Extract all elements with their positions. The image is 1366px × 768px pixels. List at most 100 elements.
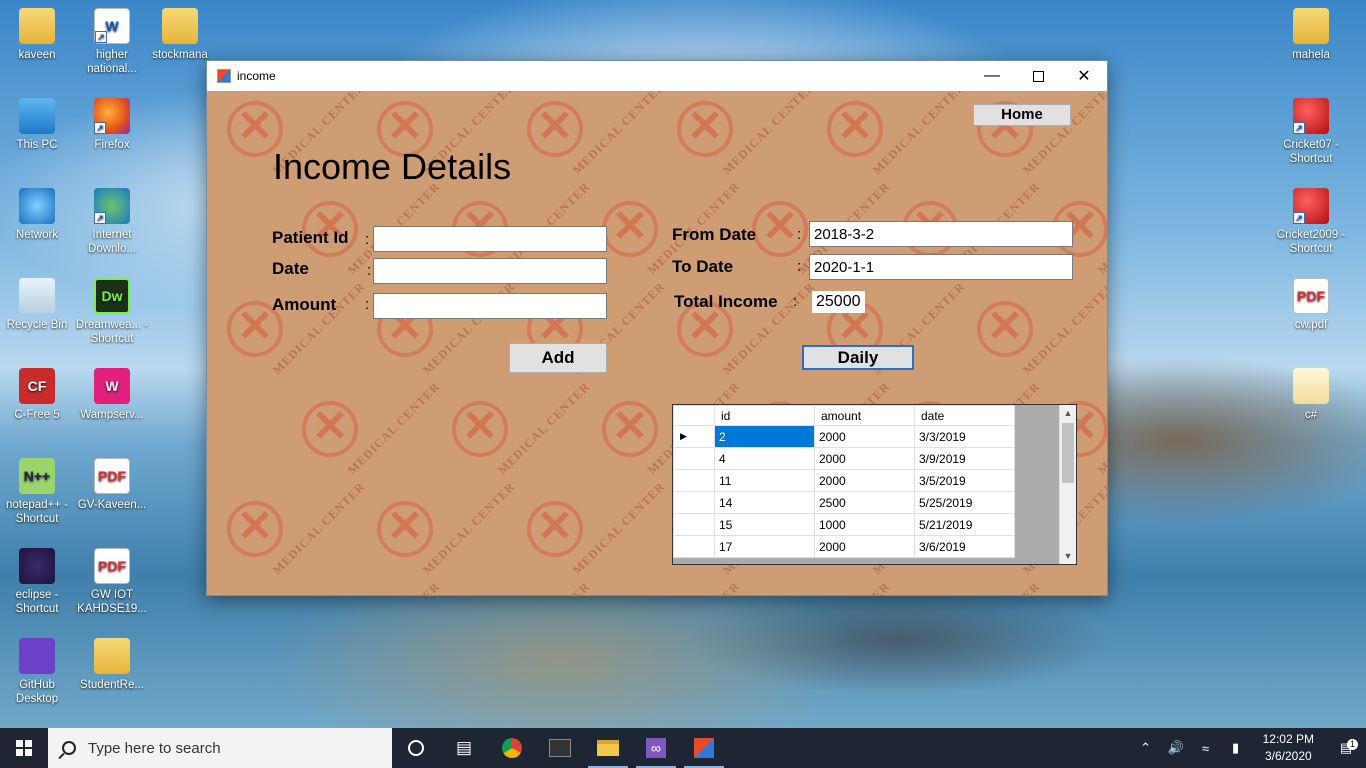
media-app-icon[interactable] bbox=[536, 728, 584, 768]
row-header[interactable] bbox=[673, 535, 715, 558]
cell-id[interactable]: 17 bbox=[714, 535, 815, 558]
watermark-text: MEDICAL CENTER bbox=[495, 579, 594, 595]
cell-date[interactable]: 3/3/2019 bbox=[914, 425, 1015, 448]
pdf-icon: PDF bbox=[94, 458, 130, 494]
table-row[interactable]: 14 2500 5/25/2019 bbox=[673, 491, 1015, 514]
dreamweaver-icon: Dw bbox=[94, 278, 130, 314]
cell-amount[interactable]: 2500 bbox=[814, 491, 915, 514]
cell-amount[interactable]: 2000 bbox=[814, 447, 915, 470]
chevron-up-icon[interactable]: ⌃ bbox=[1131, 740, 1161, 756]
table-row[interactable]: 11 2000 3/5/2019 bbox=[673, 469, 1015, 492]
desktop-icon-firefox[interactable]: ↗ Firefox bbox=[75, 98, 149, 152]
row-header[interactable] bbox=[673, 513, 715, 536]
maximize-button[interactable] bbox=[1015, 61, 1061, 91]
desktop-icon-label: Cricket07 - Shortcut bbox=[1283, 139, 1339, 165]
desktop-icon-this-pc[interactable]: This PC bbox=[0, 98, 74, 152]
close-button[interactable]: ✕ bbox=[1061, 61, 1107, 91]
desktop-icon-github-desktop[interactable]: GitHub Desktop bbox=[0, 638, 74, 706]
to-date-field[interactable] bbox=[809, 254, 1073, 280]
desktop-icon-recycle-bin[interactable]: Recycle Bin bbox=[0, 278, 74, 332]
daily-button[interactable]: Daily bbox=[802, 345, 914, 370]
battery-icon[interactable]: ▮ bbox=[1221, 740, 1251, 756]
cell-date[interactable]: 3/9/2019 bbox=[914, 447, 1015, 470]
grid-table: id amount date ▶ 2 2000 3/3/2019 4 2000 … bbox=[673, 405, 1015, 558]
watermark-text: MEDICAL CENTER bbox=[869, 91, 968, 178]
chrome-icon[interactable] bbox=[488, 728, 536, 768]
cortana-icon[interactable] bbox=[392, 728, 440, 768]
column-header-date[interactable]: date bbox=[914, 405, 1015, 426]
task-view-icon[interactable]: ▤ bbox=[440, 728, 488, 768]
scroll-up-icon[interactable]: ▲ bbox=[1060, 405, 1076, 421]
watermark-text: MEDICAL CENTER bbox=[1094, 179, 1107, 278]
scroll-thumb[interactable] bbox=[1062, 423, 1074, 483]
desktop-icon-studentre[interactable]: StudentRe... bbox=[75, 638, 149, 692]
desktop-icon-kaveen[interactable]: kaveen bbox=[0, 8, 74, 62]
row-header[interactable] bbox=[673, 447, 715, 470]
cricket-ball-icon: ↗ bbox=[1293, 98, 1329, 134]
cell-date[interactable]: 3/6/2019 bbox=[914, 535, 1015, 558]
patient-id-field[interactable] bbox=[373, 226, 607, 252]
title-bar[interactable]: income — ✕ bbox=[207, 61, 1107, 91]
from-date-field[interactable] bbox=[809, 221, 1073, 247]
table-row[interactable]: ▶ 2 2000 3/3/2019 bbox=[673, 425, 1015, 448]
desktop-icon-dreamweaver[interactable]: Dw Dreamwea... - Shortcut bbox=[75, 278, 149, 346]
to-date-label: To Date bbox=[672, 257, 734, 276]
desktop-icon-label: This PC bbox=[16, 139, 58, 151]
cell-id[interactable]: 11 bbox=[714, 469, 815, 492]
income-data-grid[interactable]: id amount date ▶ 2 2000 3/3/2019 4 2000 … bbox=[672, 404, 1077, 565]
visual-studio-icon[interactable]: ∞ bbox=[632, 728, 680, 768]
desktop-icon-internet-download[interactable]: ↗ Internet Downlo... bbox=[75, 188, 149, 256]
date-field[interactable] bbox=[373, 258, 607, 284]
window-title: income bbox=[237, 69, 276, 83]
income-app-taskbar-icon[interactable] bbox=[680, 728, 728, 768]
desktop-icon-cw-pdf[interactable]: PDF cw.pdf bbox=[1274, 278, 1348, 332]
cell-id[interactable]: 2 bbox=[714, 425, 815, 448]
add-button[interactable]: Add bbox=[509, 343, 607, 373]
cell-amount[interactable]: 2000 bbox=[814, 425, 915, 448]
desktop-icon-higher-national[interactable]: W ↗ higher national... bbox=[75, 8, 149, 76]
wifi-icon[interactable]: ≈ bbox=[1191, 741, 1221, 756]
desktop-icon-csharp[interactable]: c# bbox=[1274, 368, 1348, 422]
desktop-icon-gv-kaveen[interactable]: PDF GV-Kaveen... bbox=[75, 458, 149, 512]
desktop-icon-cfree[interactable]: CF C-Free 5 bbox=[0, 368, 74, 422]
table-row[interactable]: 17 2000 3/6/2019 bbox=[673, 535, 1015, 558]
cell-id[interactable]: 15 bbox=[714, 513, 815, 536]
desktop-icon-network[interactable]: Network bbox=[0, 188, 74, 242]
table-row[interactable]: 4 2000 3/9/2019 bbox=[673, 447, 1015, 470]
scroll-down-icon[interactable]: ▼ bbox=[1060, 548, 1076, 564]
desktop-icon-mahela[interactable]: mahela bbox=[1274, 8, 1348, 62]
notifications-icon[interactable]: ▤ 1 bbox=[1326, 739, 1366, 756]
desktop-icon-wampserver[interactable]: W Wampserv... bbox=[75, 368, 149, 422]
table-row[interactable]: 15 1000 5/21/2019 bbox=[673, 513, 1015, 536]
desktop-icon-gw-iot[interactable]: PDF GW IOT KAHDSE19... bbox=[75, 548, 149, 616]
cell-amount[interactable]: 2000 bbox=[814, 469, 915, 492]
colon-separator: : bbox=[797, 226, 802, 243]
desktop-icon-cricket2009[interactable]: ↗ Cricket2009 - Shortcut bbox=[1274, 188, 1348, 256]
row-header[interactable] bbox=[673, 491, 715, 514]
cell-amount[interactable]: 1000 bbox=[814, 513, 915, 536]
column-header-amount[interactable]: amount bbox=[814, 405, 915, 426]
row-header[interactable] bbox=[673, 469, 715, 492]
taskbar-clock[interactable]: 12:02 PM 3/6/2020 bbox=[1251, 731, 1326, 765]
taskbar-search-box[interactable]: Type here to search bbox=[48, 728, 392, 768]
desktop-icon-notepadpp[interactable]: N++ notepad++ - Shortcut bbox=[0, 458, 74, 526]
cell-id[interactable]: 14 bbox=[714, 491, 815, 514]
grid-vertical-scrollbar[interactable]: ▲ ▼ bbox=[1059, 405, 1076, 564]
file-explorer-icon[interactable] bbox=[584, 728, 632, 768]
desktop-icon-stockmana[interactable]: stockmana bbox=[145, 8, 215, 62]
start-button[interactable] bbox=[0, 728, 48, 768]
cell-date[interactable]: 5/25/2019 bbox=[914, 491, 1015, 514]
volume-icon[interactable]: 🔊 bbox=[1161, 740, 1191, 756]
cell-date[interactable]: 3/5/2019 bbox=[914, 469, 1015, 492]
desktop-icon-eclipse[interactable]: eclipse - Shortcut bbox=[0, 548, 74, 616]
cell-id[interactable]: 4 bbox=[714, 447, 815, 470]
minimize-button[interactable]: — bbox=[969, 61, 1015, 91]
desktop-icon-cricket07[interactable]: ↗ Cricket07 - Shortcut bbox=[1274, 98, 1348, 166]
desktop-icon-label: stockmana bbox=[152, 49, 208, 61]
cell-amount[interactable]: 2000 bbox=[814, 535, 915, 558]
home-button[interactable]: Home bbox=[973, 104, 1071, 126]
cell-date[interactable]: 5/21/2019 bbox=[914, 513, 1015, 536]
watermark-cross-icon: ✕ bbox=[977, 301, 1033, 357]
amount-field[interactable] bbox=[373, 293, 607, 319]
column-header-id[interactable]: id bbox=[714, 405, 815, 426]
